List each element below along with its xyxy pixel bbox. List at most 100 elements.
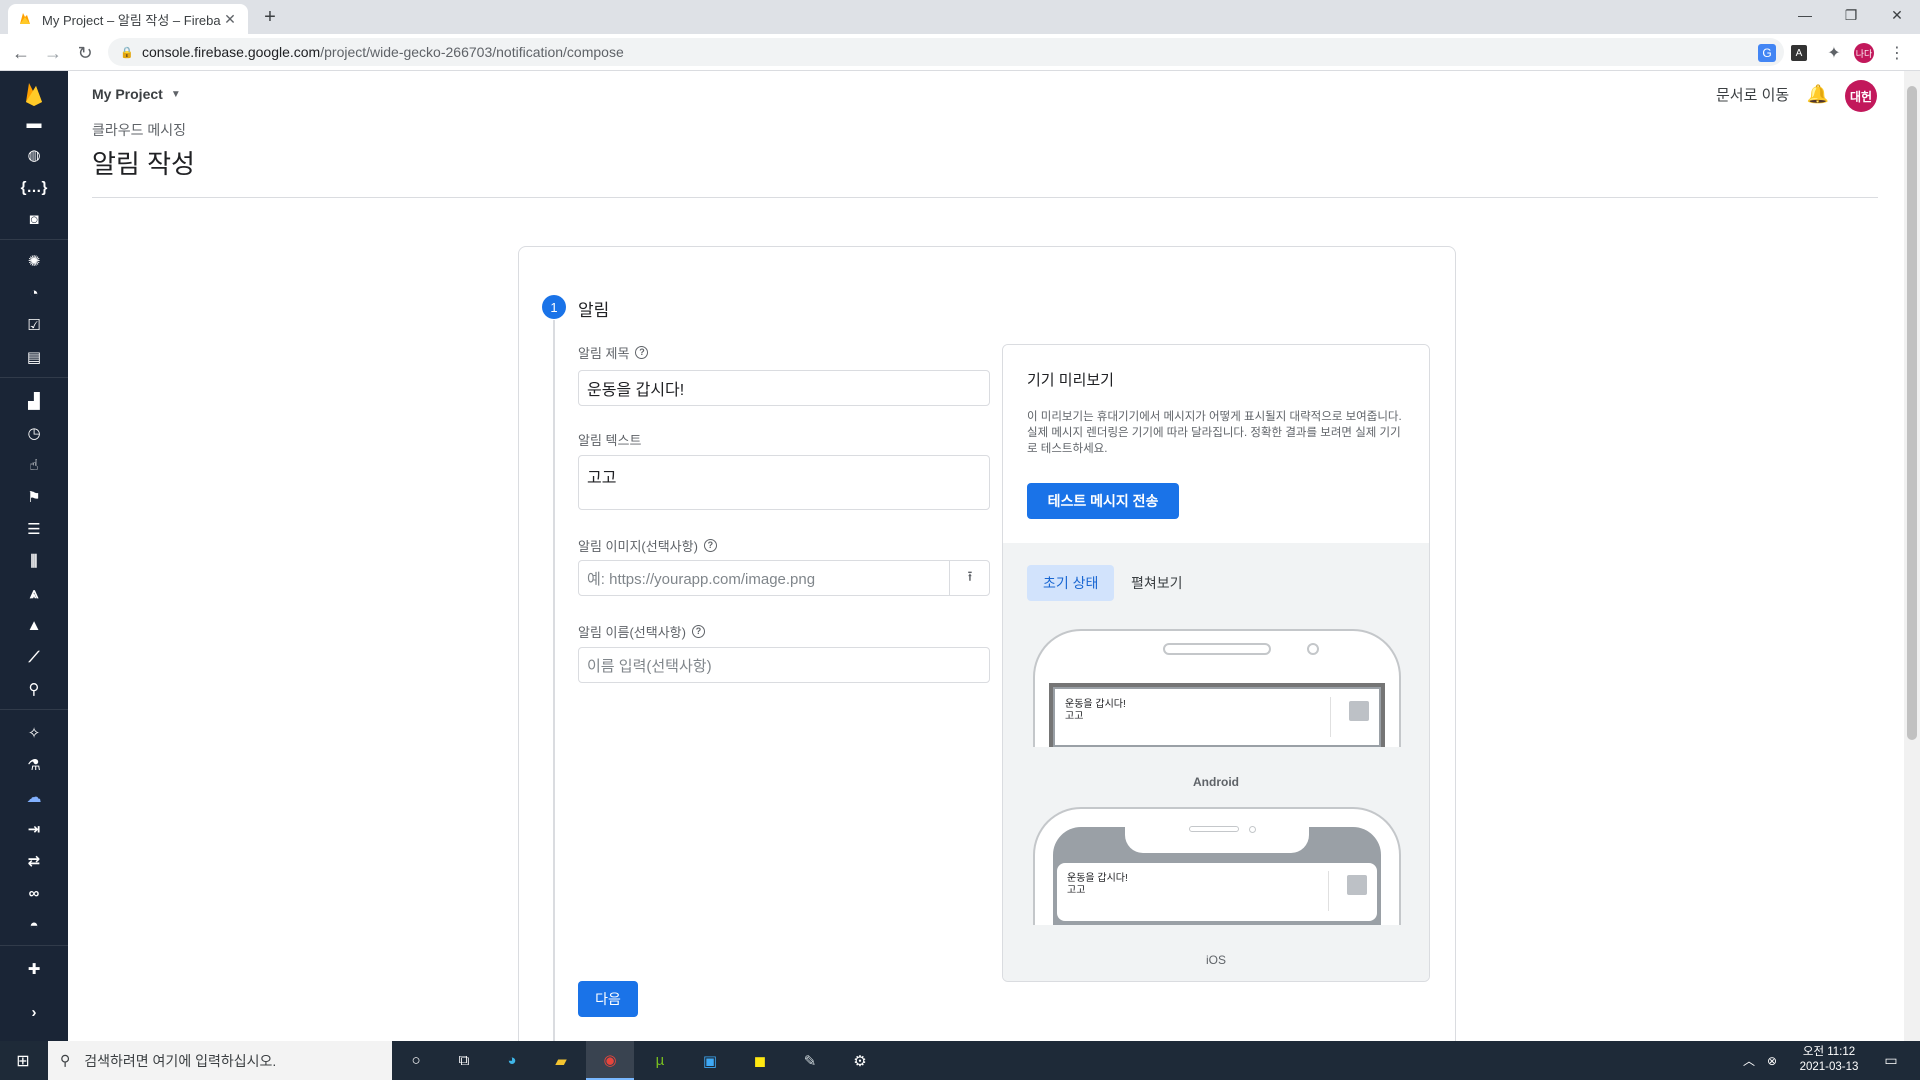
app-distribution-icon[interactable]: ▤ <box>22 345 46 369</box>
taskbar-search-box[interactable]: ⚲ 검색하려면 여기에 입력하십시오. <box>48 1041 392 1080</box>
cloud-messaging-icon[interactable]: ☁ <box>22 785 46 809</box>
help-icon[interactable]: ? <box>703 539 717 552</box>
storage-icon[interactable]: ▬ <box>22 111 46 135</box>
notification-name-input[interactable]: 이름 입력(선택사항) <box>578 647 990 683</box>
profile-icon[interactable]: 나다 <box>1854 43 1874 63</box>
crashlytics-icon[interactable]: ✺ <box>22 249 46 273</box>
scrollbar-thumb[interactable] <box>1907 86 1917 740</box>
notification-title-label: 알림 제목 ? <box>578 343 649 362</box>
ios-camera <box>1249 826 1256 833</box>
extensions-puzzle-icon[interactable]: ✦ <box>1823 42 1845 64</box>
ml-icon[interactable]: ◙ <box>22 207 46 231</box>
notification-title-input[interactable]: 운동을 갑시다! <box>578 370 990 406</box>
paint-icon[interactable]: ✎ <box>786 1041 834 1080</box>
docs-link[interactable]: 문서로 이동 <box>1716 84 1789 105</box>
browser-tab-strip: My Project – 알림 작성 – Fireba ✕ + ― ❐ ✕ <box>0 0 1920 34</box>
sidebar-divider <box>0 239 68 240</box>
in-app-messaging-icon[interactable]: ⟋ <box>22 645 46 669</box>
chrome-icon[interactable]: ◉ <box>586 1041 634 1080</box>
predictions-wand-icon[interactable]: ✧ <box>22 721 46 745</box>
tab-close-icon[interactable]: ✕ <box>222 11 238 28</box>
translate-extension-icon[interactable]: G <box>1758 44 1776 62</box>
restore-icon[interactable]: ❐ <box>1828 0 1874 30</box>
tab-initial-state[interactable]: 초기 상태 <box>1027 565 1115 601</box>
webstorm-icon[interactable]: ▣ <box>686 1041 734 1080</box>
next-button[interactable]: 다음 <box>578 981 638 1017</box>
ab-testing-icon[interactable]: ▲ <box>22 613 46 637</box>
font-extension-icon[interactable]: A <box>1791 45 1807 61</box>
experiments-flask-icon[interactable]: ⚗ <box>22 753 46 777</box>
url-host: console.firebase.google.com <box>142 44 321 60</box>
reload-icon[interactable]: ↻ <box>72 40 98 66</box>
step-title: 알림 <box>578 301 610 320</box>
notification-divider <box>1328 871 1329 911</box>
network-icon[interactable]: ⊗ <box>1762 1041 1782 1080</box>
preview-devices: 초기 상태 펼쳐보기 운동을 갑시다! 고고 Android 운동을 갑시다! … <box>1003 543 1429 981</box>
taskbar-search-placeholder: 검색하려면 여기에 입력하십시오. <box>84 1052 277 1069</box>
hosting-icon[interactable]: ◍ <box>22 143 46 167</box>
taskbar-clock[interactable]: 오전 11:12 2021-03-13 <box>1784 1045 1874 1075</box>
predictions-icon[interactable]: ⩓ <box>22 581 46 605</box>
events-icon[interactable]: ◷ <box>22 421 46 445</box>
dynamic-links-icon[interactable]: ∞ <box>22 881 46 905</box>
extensions-icon[interactable]: ✚ <box>22 957 46 981</box>
notification-text-input[interactable]: 고고 <box>578 455 990 510</box>
browser-menu-icon[interactable]: ⋮ <box>1886 42 1908 64</box>
remote-config-icon[interactable]: ⚲ <box>22 677 46 701</box>
forward-icon[interactable]: → <box>40 40 66 66</box>
in-app-message-icon[interactable]: ⇥ <box>22 817 46 841</box>
sidebar-divider <box>0 377 68 378</box>
windows-taskbar: ⊞ ⚲ 검색하려면 여기에 입력하십시오. ○ ⧉ ◕ ▰ ◉ µ ▣ ◼ ✎ … <box>0 1041 1920 1080</box>
new-tab-button[interactable]: + <box>258 6 282 30</box>
search-icon: ⚲ <box>60 1052 71 1068</box>
analytics-icon[interactable]: ▟ <box>22 389 46 413</box>
tab-expanded-view[interactable]: 펼쳐보기 <box>1115 565 1199 601</box>
preview-title: 기기 미리보기 <box>1027 372 1114 389</box>
help-icon[interactable]: ? <box>691 625 705 638</box>
ios-notification-text: 운동을 갑시다! 고고 <box>1067 873 1128 897</box>
task-view-icon[interactable]: ⧉ <box>440 1041 488 1080</box>
ios-speaker <box>1189 826 1239 832</box>
ios-phone-mockup: 운동을 갑시다! 고고 <box>1033 807 1401 925</box>
utorrent-icon[interactable]: µ <box>636 1041 684 1080</box>
admob-icon[interactable]: ◓ <box>22 913 46 937</box>
expand-sidebar-icon[interactable]: › <box>22 1000 46 1024</box>
notification-bell-icon[interactable]: 🔔 <box>1806 84 1830 108</box>
address-bar[interactable]: 🔒 console.firebase.google.com/project/wi… <box>108 38 1784 66</box>
image-placeholder-icon <box>1347 875 1367 895</box>
audiences-icon[interactable]: ⚑ <box>22 485 46 509</box>
minimize-icon[interactable]: ― <box>1782 0 1828 30</box>
back-icon[interactable]: ← <box>8 40 34 66</box>
avatar[interactable]: 대헌 <box>1845 80 1877 112</box>
sidebar-divider <box>0 945 68 946</box>
breadcrumb[interactable]: 클라우드 메시징 <box>92 120 186 140</box>
custom-definitions-icon[interactable]: ☰ <box>22 517 46 541</box>
test-lab-icon[interactable]: ☑ <box>22 313 46 337</box>
settings-gear-icon[interactable]: ⚙ <box>836 1041 884 1080</box>
notification-title-label-text: 알림 제목 <box>578 346 630 361</box>
file-explorer-icon[interactable]: ▰ <box>537 1041 585 1080</box>
action-center-icon[interactable]: ▭ <box>1876 1041 1906 1080</box>
upload-icon[interactable]: ⭱ <box>949 560 990 596</box>
browser-tab[interactable]: My Project – 알림 작성 – Fireba ✕ <box>8 4 248 34</box>
project-selector[interactable]: My Project ▼ <box>92 86 181 102</box>
firebase-favicon-icon <box>20 13 30 24</box>
cortana-icon[interactable]: ○ <box>392 1041 440 1080</box>
kakaotalk-icon[interactable]: ◼ <box>736 1041 784 1080</box>
window-close-icon[interactable]: ✕ <box>1874 0 1920 30</box>
performance-icon[interactable]: ◔ <box>22 281 46 305</box>
notification-name-label: 알림 이름(선택사항) ? <box>578 622 705 641</box>
send-test-message-button[interactable]: 테스트 메시지 전송 <box>1027 483 1179 519</box>
functions-icon[interactable]: {…} <box>21 175 48 199</box>
android-phone-mockup: 운동을 갑시다! 고고 <box>1033 629 1401 747</box>
tray-chevron-icon[interactable]: ︿ <box>1738 1041 1760 1080</box>
dynamic-links-switch-icon[interactable]: ⇄ <box>22 849 46 873</box>
windows-start-icon[interactable]: ⊞ <box>0 1041 46 1080</box>
firebase-sidebar: ▬ ◍ {…} ◙ ✺ ◔ ☑ ▤ ▟ ◷ ☝ ⚑ ☰ ⫼ ⩓ ▲ ⟋ ⚲ ✧ … <box>0 71 68 1041</box>
latest-release-icon[interactable]: ⫼ <box>22 549 46 573</box>
notification-image-input[interactable]: 예: https://yourapp.com/image.png <box>578 560 990 596</box>
device-preview-panel: 기기 미리보기 이 미리보기는 휴대기기에서 메시지가 어떻게 표시될지 대략적… <box>1002 344 1430 982</box>
edge-icon[interactable]: ◕ <box>488 1041 536 1080</box>
conversions-icon[interactable]: ☝ <box>22 453 46 477</box>
help-icon[interactable]: ? <box>635 346 649 359</box>
